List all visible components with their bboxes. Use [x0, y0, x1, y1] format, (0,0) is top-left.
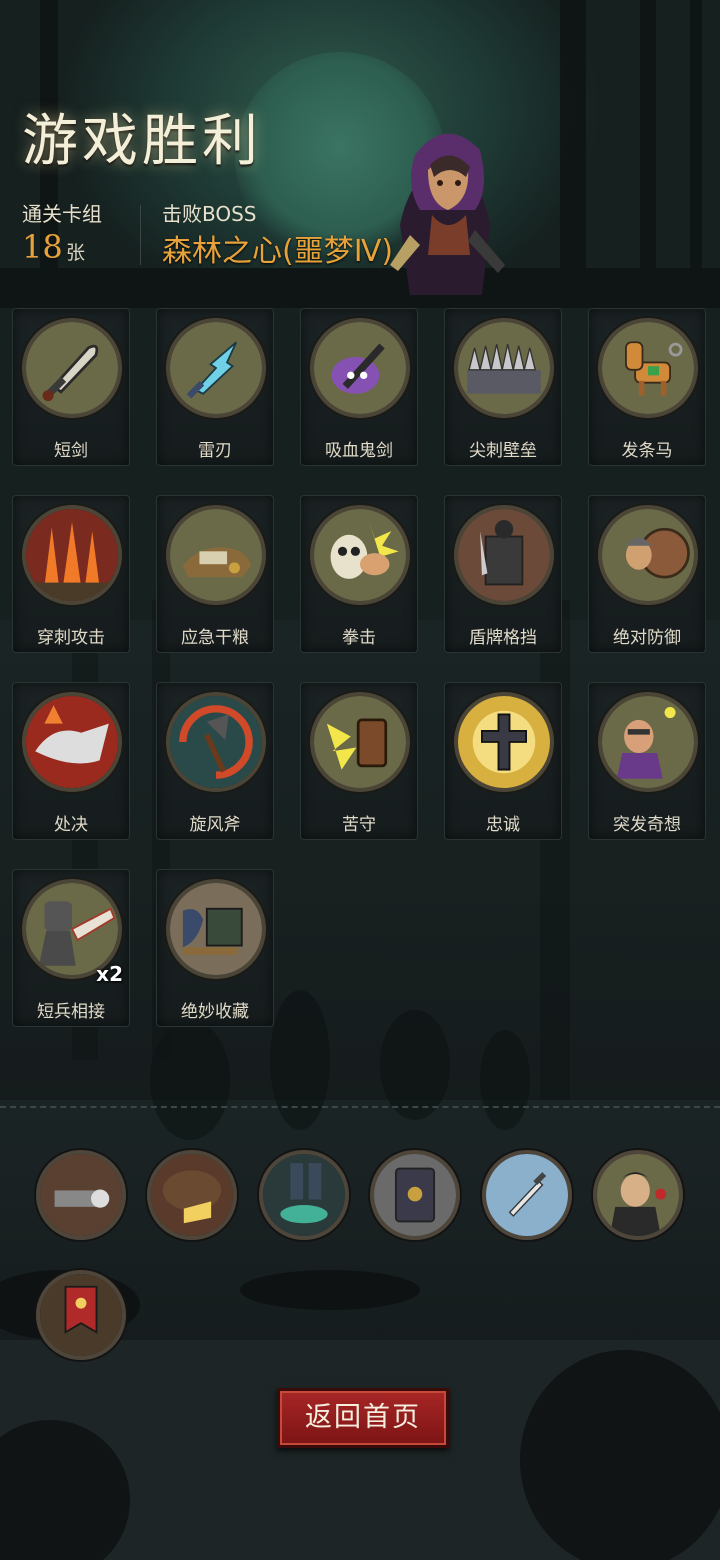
loyalty-cross-icon	[454, 692, 554, 792]
card-name: 忠诚	[486, 815, 520, 835]
card-sudden-idea[interactable]: 突发奇想	[588, 682, 706, 840]
vampire-relic-icon[interactable]	[593, 1150, 683, 1240]
return-home-button[interactable]: 返回首页	[277, 1388, 449, 1448]
dagger-relic-icon[interactable]	[482, 1150, 572, 1240]
boss-label: 击败BOSS	[162, 202, 257, 226]
card-shield-block[interactable]: 盾牌格挡	[444, 495, 562, 653]
clockwork-horse-icon	[598, 318, 698, 418]
deck-count: 18	[22, 228, 63, 266]
deck-count-unit: 张	[66, 242, 86, 264]
card-name: 应急干粮	[181, 628, 249, 648]
card-execution[interactable]: 处决	[12, 682, 130, 840]
card-short-sword[interactable]: 短剑	[12, 308, 130, 466]
punch-icon	[310, 505, 410, 605]
card-count-badge: x2	[96, 962, 123, 986]
banner-relic-icon[interactable]	[36, 1270, 126, 1360]
card-spike-wall[interactable]: 尖刺壁垒	[444, 308, 562, 466]
execution-icon	[22, 692, 122, 792]
boss-name: 森林之心(噩梦Ⅳ)	[162, 234, 394, 269]
cheese-relic-icon[interactable]	[147, 1150, 237, 1240]
spike-wall-icon	[454, 318, 554, 418]
card-thunder-blade[interactable]: 雷刃	[156, 308, 274, 466]
card-name: 穿刺攻击	[37, 628, 105, 648]
deck-label: 通关卡组	[22, 202, 102, 226]
sudden-idea-icon	[598, 692, 698, 792]
card-name: 尖刺壁垒	[469, 441, 537, 461]
collection-icon	[166, 879, 266, 979]
card-name: 处决	[54, 815, 88, 835]
card-name: 短剑	[54, 441, 88, 461]
short-sword-icon	[22, 318, 122, 418]
vampire-sword-icon	[310, 318, 410, 418]
card-close-combat[interactable]: x2 短兵相接	[12, 869, 130, 1027]
cannon-relic-icon[interactable]	[36, 1150, 126, 1240]
pierce-attack-icon	[22, 505, 122, 605]
card-name: 绝对防御	[613, 628, 681, 648]
card-name: 雷刃	[198, 441, 232, 461]
card-whirlwind-axe[interactable]: 旋风斧	[156, 682, 274, 840]
card-name: 拳击	[342, 628, 376, 648]
card-name: 绝妙收藏	[181, 1002, 249, 1022]
card-pierce-attack[interactable]: 穿刺攻击	[12, 495, 130, 653]
card-name: 旋风斧	[189, 815, 241, 835]
card-loyalty[interactable]: 忠诚	[444, 682, 562, 840]
green-flame-relic-icon[interactable]	[259, 1150, 349, 1240]
card-vampire-sword[interactable]: 吸血鬼剑	[300, 308, 418, 466]
shield-block-icon	[454, 505, 554, 605]
hold-fast-icon	[310, 692, 410, 792]
thunder-blade-icon	[166, 318, 266, 418]
card-name: 苦守	[342, 815, 376, 835]
card-clockwork-horse[interactable]: 发条马	[588, 308, 706, 466]
card-emergency-ration[interactable]: 应急干粮	[156, 495, 274, 653]
card-absolute-defense[interactable]: 绝对防御	[588, 495, 706, 653]
stat-divider	[140, 205, 141, 265]
card-name: 突发奇想	[613, 815, 681, 835]
card-collection[interactable]: 绝妙收藏	[156, 869, 274, 1027]
emergency-ration-icon	[166, 505, 266, 605]
card-name: 吸血鬼剑	[325, 441, 393, 461]
page-title: 游戏胜利	[22, 109, 262, 174]
card-hold-fast[interactable]: 苦守	[300, 682, 418, 840]
card-name: 盾牌格挡	[469, 628, 537, 648]
whirlwind-axe-icon	[166, 692, 266, 792]
absolute-defense-icon	[598, 505, 698, 605]
card-name: 短兵相接	[37, 1002, 105, 1022]
section-divider	[0, 1106, 720, 1108]
card-punch[interactable]: 拳击	[300, 495, 418, 653]
card-name: 发条马	[621, 441, 673, 461]
spellbook-relic-icon[interactable]	[370, 1150, 460, 1240]
